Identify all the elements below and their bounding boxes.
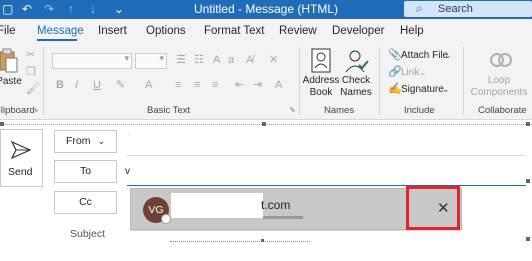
resize-handle — [526, 179, 530, 183]
copy-icon[interactable]: ❐ — [26, 66, 36, 78]
compose-top-border — [0, 124, 532, 125]
align-right-icon[interactable]: ≡ — [212, 79, 218, 91]
tab-review[interactable]: Review — [279, 25, 317, 37]
font-size-combo[interactable]: ▾ — [135, 53, 167, 69]
group-names-label: Names — [324, 105, 355, 116]
separator — [463, 47, 464, 115]
clear-formatting-icon[interactable]: A̸ — [246, 54, 253, 66]
grow-font-icon[interactable]: A — [213, 54, 220, 66]
align-center-icon[interactable]: ≡ — [194, 79, 200, 91]
check-names-label-line1[interactable]: Check — [336, 75, 376, 86]
send-button[interactable]: Send — [0, 129, 43, 187]
send-label: Send — [8, 166, 33, 178]
underline-icon[interactable]: U — [93, 79, 101, 91]
close-icon[interactable]: ✕ — [437, 199, 450, 217]
loop-components-label-line2[interactable]: Components — [470, 87, 528, 98]
tab-format-text[interactable]: Format Text — [204, 25, 265, 37]
resize-handle — [526, 122, 530, 126]
link-icon[interactable]: 🔗 — [388, 66, 402, 78]
align-left-icon[interactable]: ≡ — [175, 79, 181, 91]
basic-text-launcher-icon[interactable]: ⬊ — [289, 104, 296, 116]
group-clipboard-label: Clipboard — [0, 105, 35, 116]
address-book-icon[interactable] — [310, 48, 332, 74]
tab-file[interactable]: File — [0, 25, 16, 37]
suggestion-subtext — [263, 216, 303, 219]
group-basic-text-label: Basic Text — [147, 105, 191, 116]
list-bullets-icon[interactable]: ☰ — [176, 54, 186, 66]
check-names-icon[interactable] — [344, 48, 370, 74]
font-color-icon[interactable]: A — [145, 79, 152, 91]
tab-insert[interactable]: Insert — [98, 25, 127, 37]
from-field-marker: · — [128, 129, 131, 138]
to-button[interactable]: To — [54, 160, 117, 183]
attach-file-icon[interactable]: 📎 — [388, 49, 402, 61]
subject-field-line — [129, 230, 460, 231]
italic-icon[interactable]: I — [75, 79, 78, 91]
clipboard-launcher-icon[interactable]: ⬊ — [32, 104, 39, 116]
resize-handle — [261, 239, 264, 242]
suggestion-email: t.com — [261, 198, 291, 212]
separator — [379, 47, 380, 115]
search-box[interactable]: ⌕ Search — [404, 1, 532, 17]
link-label[interactable]: Link — [401, 67, 419, 78]
signature-dropdown-icon[interactable]: ⌄ — [442, 83, 450, 95]
font-name-combo[interactable]: ▾ — [52, 53, 132, 69]
address-book-label-line1[interactable]: Address — [302, 75, 340, 86]
resize-handle — [262, 122, 266, 126]
increase-indent-icon[interactable]: ⇥ — [253, 79, 262, 91]
cut-icon[interactable]: ✂ — [26, 49, 35, 61]
to-input-text[interactable]: v — [125, 166, 130, 177]
to-field-line — [127, 185, 526, 186]
from-button[interactable]: From ⌄ — [54, 130, 117, 153]
search-label: Search — [438, 3, 473, 15]
attach-file-label[interactable]: Attach File — [401, 50, 448, 61]
paste-label[interactable]: Paste — [0, 76, 24, 87]
to-label: To — [79, 165, 92, 177]
dropdown-bottom-border — [170, 241, 310, 242]
resize-handle — [526, 237, 530, 241]
signature-icon[interactable]: ✍ — [388, 83, 402, 95]
address-book-label-line2[interactable]: Book — [302, 87, 340, 98]
search-icon: ⌕ — [416, 1, 423, 15]
bold-icon[interactable]: B — [56, 79, 64, 91]
tab-developer[interactable]: Developer — [332, 25, 384, 37]
cc-label: Cc — [79, 196, 92, 208]
tab-options[interactable]: Options — [146, 25, 186, 37]
resize-handle — [0, 122, 4, 126]
check-names-label-line2[interactable]: Names — [336, 87, 376, 98]
cc-button[interactable]: Cc — [54, 191, 117, 214]
paste-icon[interactable] — [0, 48, 18, 74]
ribbon-tabs: File Message Insert Options Format Text … — [0, 19, 532, 43]
chevron-down-icon: ⌄ — [97, 136, 105, 146]
separator — [299, 47, 300, 115]
shrink-font-icon[interactable]: a — [228, 54, 234, 66]
tab-message[interactable]: Message — [37, 25, 84, 37]
subject-label: Subject — [70, 228, 106, 240]
group-collaborate-label: Collaborate — [478, 105, 527, 116]
attach-file-dropdown-icon[interactable]: ⌄ — [444, 49, 452, 61]
send-icon — [10, 140, 32, 160]
highlight-annotation — [406, 186, 460, 230]
loop-components-label-line1[interactable]: Loop — [470, 75, 528, 86]
list-numbers-icon[interactable]: ☷ — [194, 54, 204, 66]
styles-icon[interactable]: A — [275, 79, 282, 91]
separator — [43, 47, 44, 115]
tab-help[interactable]: Help — [400, 25, 424, 37]
redacted-name-block — [171, 193, 263, 218]
format-painter-icon[interactable]: 🖌 — [26, 83, 40, 95]
highlight-icon[interactable]: ✎ — [116, 79, 125, 91]
from-field-line — [127, 155, 526, 156]
link-dropdown-icon[interactable]: ⌄ — [419, 66, 427, 78]
active-tab-indicator — [37, 39, 77, 41]
from-label: From — [66, 135, 91, 147]
clear-all-icon[interactable]: ✕ — [269, 54, 278, 66]
title-bar: ▢ ↶ ↷ ↑ ↓ ⌄ Untitled - Message (HTML) ⌕ … — [0, 0, 532, 19]
decrease-indent-icon[interactable]: ⇤ — [235, 79, 244, 91]
loop-components-icon[interactable] — [489, 49, 513, 71]
presence-icon — [161, 214, 171, 224]
group-include-label: Include — [404, 105, 435, 116]
signature-label[interactable]: Signature — [401, 84, 444, 95]
